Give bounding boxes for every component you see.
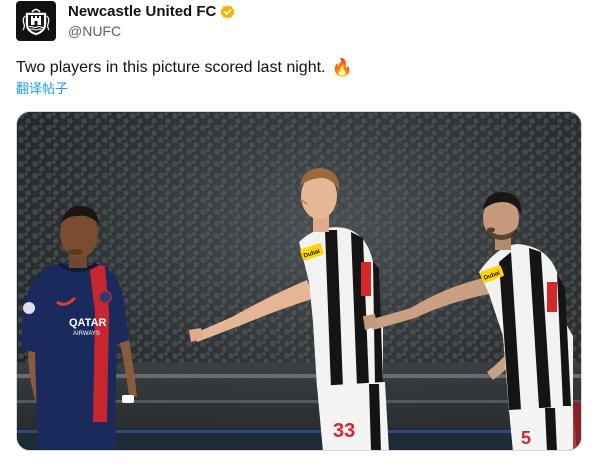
center-shorts-number: 33 [333,420,355,442]
newcastle-crest-icon [19,4,53,38]
handle[interactable]: @NUFC [68,22,121,40]
verified-badge-icon[interactable] [219,4,236,21]
left-sponsor-text: QATAR [69,317,107,329]
translate-post-link[interactable]: 翻译帖子 [16,81,68,97]
fire-emoji: 🔥 [331,58,353,77]
tweet-text-body: Two players in this picture scored last … [16,59,326,76]
left-sponsor-sub: AIRWAYS [73,331,100,337]
tweet-card: Newcastle United FC @NUFC Two players in… [0,0,594,470]
display-name-text[interactable]: Newcastle United FC [68,3,216,21]
display-name[interactable]: Newcastle United FC [68,3,236,21]
avatar[interactable] [16,1,56,41]
match-photo: QATAR AIRWAYS Dubai 33 Dubai 5 [17,112,581,450]
tweet-photo[interactable]: QATAR AIRWAYS Dubai 33 Dubai 5 [16,111,582,451]
right-shorts-number: 5 [521,428,531,448]
tweet-text: Two players in this picture scored last … [16,58,353,78]
